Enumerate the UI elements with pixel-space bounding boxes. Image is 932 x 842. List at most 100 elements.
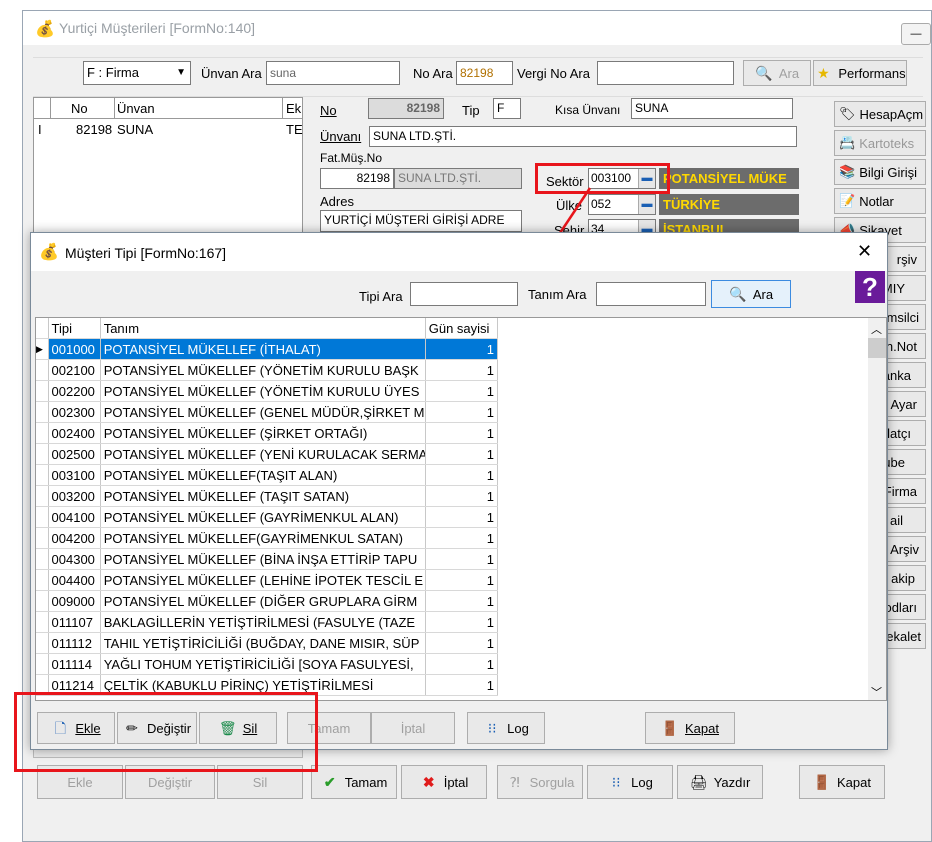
dialog-ara-button[interactable]: 🔍 Ara bbox=[711, 280, 791, 308]
dialog-log-button[interactable]: ⁝⁝ Log bbox=[467, 712, 545, 744]
tipi-row[interactable]: 011114 YAĞLI TOHUM YETİŞTİRİCİLİĞİ [SOYA … bbox=[36, 653, 499, 675]
row-tanim: POTANSİYEL MÜKELLEF (TAŞIT SATAN) bbox=[100, 485, 426, 507]
row-tipi: 002100 bbox=[48, 359, 101, 381]
row-tipi: 001000 bbox=[48, 338, 101, 360]
header-tipi[interactable]: Tipi bbox=[48, 318, 101, 339]
tipi-row[interactable]: ▶ 001000 POTANSİYEL MÜKELLEF (İTHALAT) 1 bbox=[36, 338, 499, 360]
row-gun: 1 bbox=[425, 653, 499, 675]
row-gun: 1 bbox=[425, 632, 499, 654]
row-tanim: POTANSİYEL MÜKELLEF (LEHİNE İPOTEK TESCİ… bbox=[100, 569, 426, 591]
row-indicator bbox=[36, 653, 49, 675]
dialog-ara-label: Ara bbox=[752, 286, 774, 302]
dialog-log-label: Log bbox=[507, 720, 529, 736]
dialog-app-icon: 💰 bbox=[39, 244, 59, 261]
row-tipi: 004400 bbox=[48, 569, 101, 591]
tipi-row[interactable]: 009000 POTANSİYEL MÜKELLEF (DİĞER GRUPLAR… bbox=[36, 590, 499, 612]
row-tanim: POTANSİYEL MÜKELLEF (DİĞER GRUPLARA GİRM bbox=[100, 590, 426, 612]
row-indicator bbox=[36, 506, 49, 528]
row-gun: 1 bbox=[425, 359, 499, 381]
tanim-ara-label: Tanım Ara bbox=[528, 287, 587, 302]
row-tanim: POTANSİYEL MÜKELLEF (YÖNETİM KURULU BAŞK bbox=[100, 359, 426, 381]
row-tipi: 011112 bbox=[48, 632, 101, 654]
row-indicator bbox=[36, 527, 49, 549]
row-gun: 1 bbox=[425, 506, 499, 528]
row-indicator bbox=[36, 485, 49, 507]
tipi-row[interactable]: 003200 POTANSİYEL MÜKELLEF (TAŞIT SATAN) 1 bbox=[36, 485, 499, 507]
row-indicator bbox=[36, 359, 49, 381]
row-gun: 1 bbox=[425, 548, 499, 570]
row-tanim: BAKLAGİLLERİN YETİŞTİRİLMESİ (FASULYE (T… bbox=[100, 611, 426, 633]
row-tipi: 011107 bbox=[48, 611, 101, 633]
row-gun: 1 bbox=[425, 527, 499, 549]
tipi-row[interactable]: 002400 POTANSİYEL MÜKELLEF (ŞİRKET ORTAĞI… bbox=[36, 422, 499, 444]
exit-door-icon: 🚪 bbox=[661, 720, 679, 736]
dialog-title: Müşteri Tipi [FormNo:167] bbox=[65, 245, 227, 261]
scroll-thumb[interactable] bbox=[868, 338, 886, 358]
row-indicator bbox=[36, 422, 49, 444]
tipi-row[interactable]: 011107 BAKLAGİLLERİN YETİŞTİRİLMESİ (FASU… bbox=[36, 611, 499, 633]
row-gun: 1 bbox=[425, 569, 499, 591]
tipi-table-header: Tipi Tanım Gün sayisi bbox=[36, 318, 499, 339]
row-indicator bbox=[36, 401, 49, 423]
tipi-row[interactable]: 003100 POTANSİYEL MÜKELLEF(TAŞIT ALAN) 1 bbox=[36, 464, 499, 486]
grid-vertical-scrollbar[interactable]: ︿ ﹀ bbox=[868, 318, 886, 700]
tipi-row[interactable]: 011112 TAHIL YETİŞTİRİCİLİĞİ (BUĞDAY, DAN… bbox=[36, 632, 499, 654]
row-indicator bbox=[36, 464, 49, 486]
row-tanim: POTANSİYEL MÜKELLEF(GAYRİMENKUL SATAN) bbox=[100, 527, 426, 549]
tipi-row[interactable]: 004200 POTANSİYEL MÜKELLEF(GAYRİMENKUL SA… bbox=[36, 527, 499, 549]
dialog-kapat-button[interactable]: 🚪 Kapat bbox=[645, 712, 735, 744]
tipi-row[interactable]: 002500 POTANSİYEL MÜKELLEF (YENİ KURULACA… bbox=[36, 443, 499, 465]
row-tanim: POTANSİYEL MÜKELLEF (GAYRİMENKUL ALAN) bbox=[100, 506, 426, 528]
row-tipi: 009000 bbox=[48, 590, 101, 612]
row-gun: 1 bbox=[425, 401, 499, 423]
row-tipi: 002400 bbox=[48, 422, 101, 444]
row-gun: 1 bbox=[425, 443, 499, 465]
tipi-row[interactable]: 002100 POTANSİYEL MÜKELLEF (YÖNETİM KURUL… bbox=[36, 359, 499, 381]
help-icon[interactable]: ? bbox=[855, 271, 885, 303]
dialog-iptal-label: İptal bbox=[400, 720, 426, 736]
row-tanim: POTANSİYEL MÜKELLEF (YÖNETİM KURULU ÜYES bbox=[100, 380, 426, 402]
row-tipi: 011114 bbox=[48, 653, 101, 675]
tipi-row[interactable]: 004400 POTANSİYEL MÜKELLEF (LEHİNE İPOTEK… bbox=[36, 569, 499, 591]
row-indicator: ▶ bbox=[36, 338, 49, 360]
header-indicator bbox=[36, 318, 49, 339]
row-tipi: 003200 bbox=[48, 485, 101, 507]
row-tipi: 002200 bbox=[48, 380, 101, 402]
row-tipi: 004100 bbox=[48, 506, 101, 528]
scroll-down-icon[interactable]: ﹀ bbox=[871, 684, 882, 700]
scroll-up-icon[interactable]: ︿ bbox=[871, 321, 882, 337]
tipi-row[interactable]: 002300 POTANSİYEL MÜKELLEF (GENEL MÜDÜR,Ş… bbox=[36, 401, 499, 423]
row-gun: 1 bbox=[425, 464, 499, 486]
dialog-close-icon[interactable]: ✕ bbox=[857, 241, 872, 262]
tipi-row[interactable]: 004100 POTANSİYEL MÜKELLEF (GAYRİMENKUL A… bbox=[36, 506, 499, 528]
tipi-ara-input[interactable] bbox=[410, 282, 518, 306]
row-gun: 1 bbox=[425, 422, 499, 444]
row-tanim: TAHIL YETİŞTİRİCİLİĞİ (BUĞDAY, DANE MISI… bbox=[100, 632, 426, 654]
buttons-highlight-box bbox=[14, 692, 318, 772]
tipi-row[interactable]: 002200 POTANSİYEL MÜKELLEF (YÖNETİM KURUL… bbox=[36, 380, 499, 402]
row-tipi: 003100 bbox=[48, 464, 101, 486]
row-tipi: 002500 bbox=[48, 443, 101, 465]
row-tanim: POTANSİYEL MÜKELLEF(TAŞIT ALAN) bbox=[100, 464, 426, 486]
header-tanim[interactable]: Tanım bbox=[100, 318, 426, 339]
row-gun: 1 bbox=[425, 485, 499, 507]
dialog-kapat-label: Kapat bbox=[685, 720, 719, 736]
row-gun: 1 bbox=[425, 590, 499, 612]
tipi-row[interactable]: 004300 POTANSİYEL MÜKELLEF (BİNA İNŞA ETT… bbox=[36, 548, 499, 570]
row-tanim: POTANSİYEL MÜKELLEF (BİNA İNŞA ETTİRİP T… bbox=[100, 548, 426, 570]
dialog-title-bar: 💰 Müşteri Tipi [FormNo:167] ✕ bbox=[31, 233, 887, 271]
row-tanim: POTANSİYEL MÜKELLEF (ŞİRKET ORTAĞI) bbox=[100, 422, 426, 444]
header-gun[interactable]: Gün sayisi bbox=[425, 318, 499, 339]
row-tipi: 004300 bbox=[48, 548, 101, 570]
dialog-iptal-button[interactable]: İptal bbox=[371, 712, 455, 744]
row-indicator bbox=[36, 380, 49, 402]
row-indicator bbox=[36, 611, 49, 633]
tanim-ara-input[interactable] bbox=[596, 282, 706, 306]
row-tipi: 002300 bbox=[48, 401, 101, 423]
row-gun: 1 bbox=[425, 674, 499, 696]
row-tanim: POTANSİYEL MÜKELLEF (GENEL MÜDÜR,ŞİRKET … bbox=[100, 401, 426, 423]
row-tipi: 004200 bbox=[48, 527, 101, 549]
row-tanim: POTANSİYEL MÜKELLEF (İTHALAT) bbox=[100, 338, 426, 360]
row-indicator bbox=[36, 548, 49, 570]
row-gun: 1 bbox=[425, 380, 499, 402]
